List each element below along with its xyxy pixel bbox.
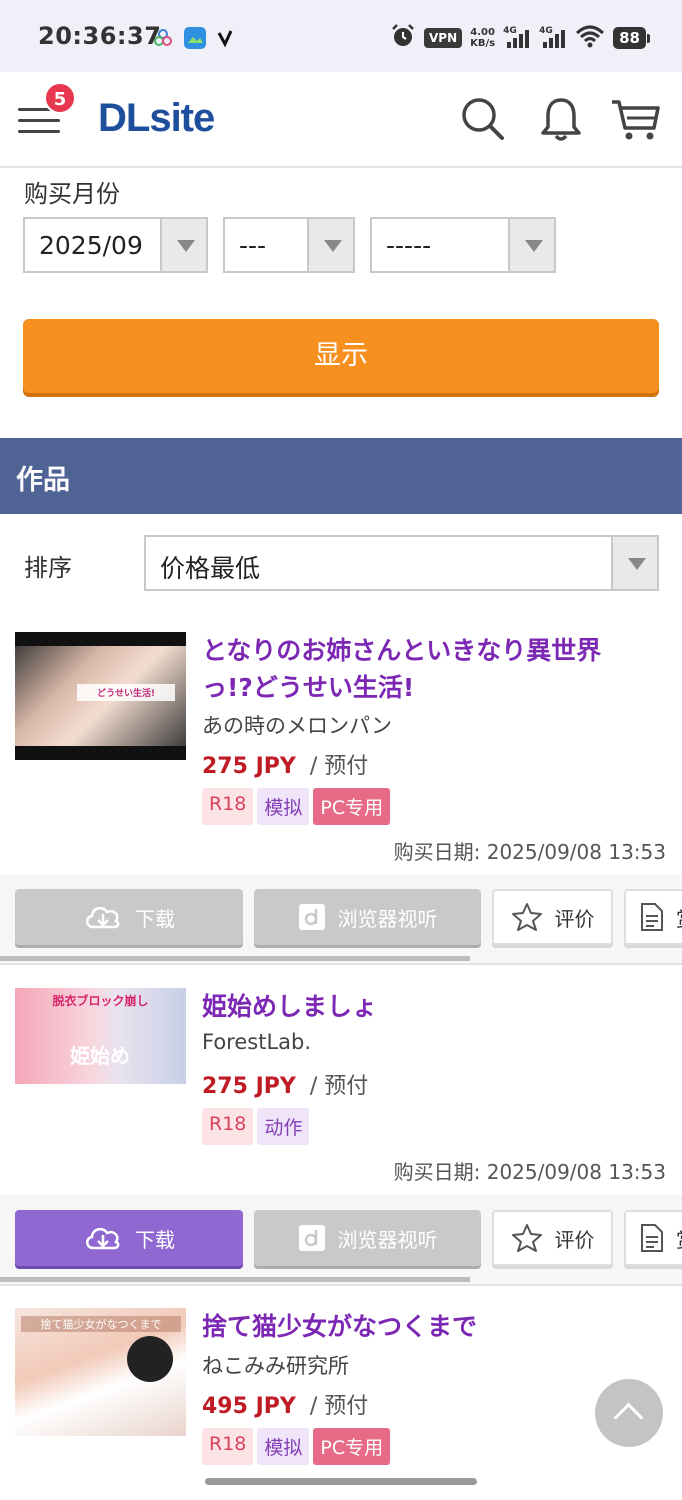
chevron-down-icon <box>508 219 554 271</box>
tag-r18: R18 <box>202 1108 254 1145</box>
v-app-icon <box>214 27 236 49</box>
download-button[interactable]: 下载 <box>15 1210 243 1266</box>
sort-select[interactable]: 价格最低 <box>144 535 659 591</box>
signal-icon: 4G <box>503 26 531 50</box>
bell-icon[interactable] <box>536 94 586 144</box>
home-indicator[interactable] <box>205 1478 477 1485</box>
chevron-down-icon <box>160 219 206 271</box>
tag-list: R18 模拟 PC专用 <box>202 1428 391 1465</box>
cloud-download-icon <box>86 906 120 929</box>
menu-notification-badge: 5 <box>44 82 76 114</box>
product-thumbnail[interactable]: どうせい生活! <box>15 632 186 760</box>
product-thumbnail[interactable]: 脱衣ブロック崩し 姫始め <box>15 988 186 1084</box>
show-button[interactable]: 显示 <box>23 319 659 393</box>
purchase-date: 购买日期: 2025/09/08 13:53 <box>393 840 666 864</box>
signal-icon: 4G <box>539 26 567 50</box>
price: 275 JPY / 预付 <box>202 1074 369 1099</box>
status-bar: 20:36:37 VPN 4.00 KB/s 4G 4G 88 <box>0 0 682 72</box>
tag-genre: 模拟 <box>257 1428 310 1465</box>
tag-pc-only: PC专用 <box>313 1428 391 1465</box>
battery-indicator: 88 <box>613 27 650 49</box>
network-speed: 4.00 KB/s <box>470 27 496 49</box>
gallery-app-icon <box>184 27 206 49</box>
review-button[interactable]: 评价 <box>492 1210 613 1266</box>
star-icon <box>511 1224 542 1252</box>
thumbnail-art: 姫始め <box>70 1044 130 1068</box>
maker-name[interactable]: ForestLab. <box>202 1030 311 1054</box>
document-icon <box>641 1224 663 1252</box>
cloud-download-icon <box>86 1227 120 1250</box>
appreciate-button[interactable]: 赏 <box>624 889 682 945</box>
status-time: 20:36:37 <box>38 22 162 50</box>
secondary-select[interactable]: ----- <box>370 217 556 273</box>
vpn-badge: VPN <box>424 28 463 48</box>
thumbnail-art <box>127 1336 173 1382</box>
divider <box>0 963 682 965</box>
maker-name[interactable]: ねこみみ研究所 <box>202 1350 349 1380</box>
purchase-date: 购买日期: 2025/09/08 13:53 <box>393 1160 666 1184</box>
price: 275 JPY / 预付 <box>202 754 369 779</box>
maker-name[interactable]: あの時のメロンパン <box>202 710 392 740</box>
sort-label: 排序 <box>24 554 72 582</box>
tag-pc-only: PC专用 <box>313 788 391 825</box>
document-icon <box>641 903 663 931</box>
tag-list: R18 动作 <box>202 1108 310 1145</box>
sort-select-value: 价格最低 <box>160 554 261 583</box>
action-row: 下载 浏览器视听 评价 赏 <box>0 874 682 964</box>
wifi-icon <box>575 24 605 52</box>
horizontal-scrollbar[interactable] <box>0 956 470 961</box>
tag-genre: 动作 <box>257 1108 310 1145</box>
works-section-header: 作品 <box>0 438 682 514</box>
browser-view-button[interactable]: 浏览器视听 <box>254 889 481 945</box>
product-title[interactable]: となりのお姉さんといきなり異世界っ!?どうせい生活! <box>202 632 652 706</box>
divider <box>0 1284 682 1286</box>
thumbnail-caption: どうせい生活! <box>77 684 175 701</box>
price: 495 JPY / 预付 <box>202 1394 369 1419</box>
product-title[interactable]: 捨て猫少女がなつくまで <box>202 1308 652 1345</box>
chevron-down-icon <box>307 219 353 271</box>
download-button[interactable]: 下载 <box>15 889 243 945</box>
month-select-value: 2025/09 <box>39 231 143 260</box>
tag-genre: 模拟 <box>257 788 310 825</box>
app-notification-icon <box>152 27 174 49</box>
review-button[interactable]: 评价 <box>492 889 613 945</box>
day-select[interactable]: --- <box>223 217 355 273</box>
alarm-icon <box>390 23 416 53</box>
purchase-month-label: 购买月份 <box>24 180 120 208</box>
browser-view-button[interactable]: 浏览器视听 <box>254 1210 481 1266</box>
app-header: 5 DLsite <box>0 72 682 168</box>
browser-view-icon <box>298 1225 325 1251</box>
horizontal-scrollbar[interactable] <box>0 1277 470 1282</box>
browser-view-icon <box>298 904 325 930</box>
star-icon <box>511 903 542 931</box>
tag-r18: R18 <box>202 788 254 825</box>
tag-r18: R18 <box>202 1428 254 1465</box>
search-icon[interactable] <box>458 94 508 144</box>
thumbnail-caption: 脱衣ブロック崩し <box>52 994 149 1008</box>
product-title[interactable]: 姫始めしましょ <box>202 988 652 1025</box>
back-to-top-button[interactable] <box>595 1379 663 1447</box>
appreciate-button[interactable]: 赏 <box>624 1210 682 1266</box>
day-select-value: --- <box>239 231 267 260</box>
month-select[interactable]: 2025/09 <box>23 217 208 273</box>
product-thumbnail[interactable]: 捨て猫少女がなつくまで <box>15 1308 186 1436</box>
chevron-down-icon <box>611 537 657 589</box>
tag-list: R18 模拟 PC专用 <box>202 788 391 825</box>
dlsite-logo[interactable]: DLsite <box>98 96 215 141</box>
thumbnail-caption: 捨て猫少女がなつくまで <box>21 1316 181 1332</box>
cart-icon[interactable] <box>610 94 660 144</box>
action-row: 下载 浏览器视听 评价 赏 <box>0 1195 682 1285</box>
secondary-select-value: ----- <box>386 231 432 260</box>
